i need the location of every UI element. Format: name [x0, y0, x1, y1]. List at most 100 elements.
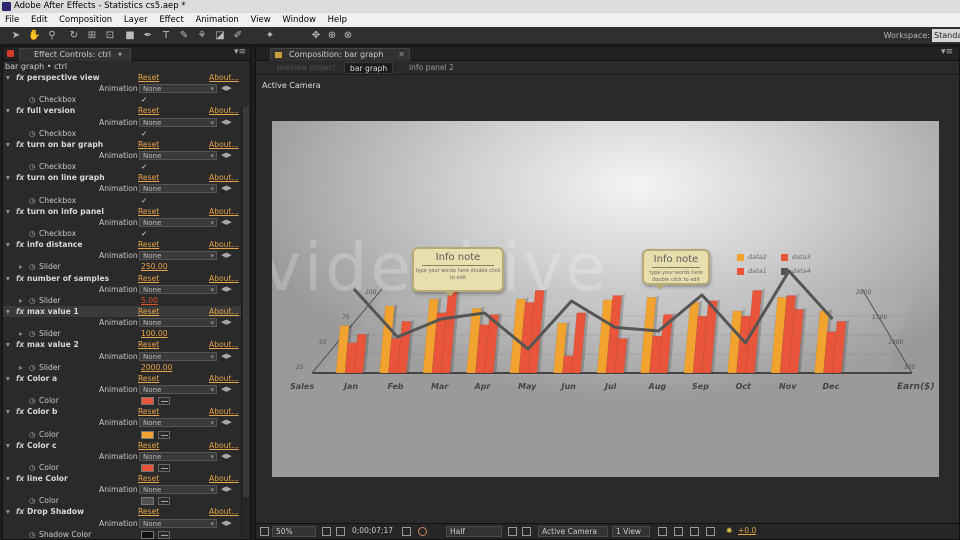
reset-link[interactable]: Reset	[138, 440, 159, 451]
menu-animation[interactable]: Animation	[190, 13, 242, 27]
preset-nav-icon[interactable]: ◀▶	[221, 150, 232, 161]
reset-link[interactable]: Reset	[138, 172, 159, 183]
fx-toggle-icon[interactable]: fx	[16, 306, 24, 317]
checkbox[interactable]: ✓	[141, 195, 147, 206]
preset-nav-icon[interactable]: ◀▶	[221, 83, 232, 94]
transparency-grid-icon[interactable]	[522, 527, 531, 536]
text-tool-icon[interactable]: T	[160, 30, 172, 42]
checkbox[interactable]: ✓	[141, 128, 147, 139]
fx-toggle-icon[interactable]: fx	[16, 473, 24, 484]
reset-link[interactable]: Reset	[138, 239, 159, 250]
preset-nav-icon[interactable]: ◀▶	[221, 384, 232, 395]
fx-toggle-icon[interactable]: fx	[16, 406, 24, 417]
disclosure-triangle-icon[interactable]: ▾	[6, 306, 10, 317]
fx-toggle-icon[interactable]: fx	[16, 139, 24, 150]
disclosure-triangle-icon[interactable]: ▾	[6, 506, 10, 517]
preset-nav-icon[interactable]: ◀▶	[221, 250, 232, 261]
about-link[interactable]: About...	[209, 139, 239, 150]
disclosure-triangle-icon[interactable]: ▾	[6, 273, 10, 284]
fx-toggle-icon[interactable]: fx	[16, 440, 24, 451]
roto-brush-tool-icon[interactable]: ✐	[232, 30, 244, 42]
tab-effect-controls[interactable]: Effect Controls: ctrl ▾	[19, 48, 131, 61]
about-link[interactable]: About...	[209, 339, 239, 350]
preset-nav-icon[interactable]: ◀▶	[221, 183, 232, 194]
always-preview-icon[interactable]	[260, 527, 269, 536]
about-link[interactable]: About...	[209, 206, 239, 217]
disclosure-triangle-icon[interactable]: ▾	[6, 139, 10, 150]
presets-dropdown[interactable]: None ▾	[139, 418, 217, 428]
eyedropper-icon[interactable]	[158, 430, 170, 439]
presets-dropdown[interactable]: None ▾	[139, 384, 217, 394]
disclosure-triangle-icon[interactable]: ▾	[6, 72, 10, 83]
effect-header[interactable]: ▾ fx Color b Reset About...	[3, 406, 250, 417]
about-link[interactable]: About...	[209, 172, 239, 183]
menu-file[interactable]: File	[0, 13, 23, 27]
stopwatch-icon[interactable]: ◷	[29, 495, 36, 506]
tab-composition[interactable]: Composition: bar graph ✕	[270, 48, 410, 61]
preset-nav-icon[interactable]: ◀▶	[221, 417, 232, 428]
fx-toggle-icon[interactable]: fx	[16, 72, 24, 83]
presets-dropdown[interactable]: None ▾	[139, 318, 217, 328]
presets-dropdown[interactable]: None ▾	[139, 518, 217, 528]
pen-tool-icon[interactable]: ✒	[142, 30, 154, 42]
fx-toggle-icon[interactable]: fx	[16, 373, 24, 384]
brush-tool-icon[interactable]: ✎	[178, 30, 190, 42]
stopwatch-icon[interactable]: ◷	[29, 261, 36, 272]
slider-value[interactable]: 250.00	[141, 261, 168, 272]
flowchart-icon[interactable]	[706, 527, 715, 536]
fx-toggle-icon[interactable]: fx	[16, 206, 24, 217]
effect-header[interactable]: ▾ fx turn on info panel Reset About...	[3, 206, 250, 217]
stopwatch-icon[interactable]: ◷	[29, 395, 36, 406]
menu-window[interactable]: Window	[277, 13, 320, 27]
preset-nav-icon[interactable]: ◀▶	[221, 484, 232, 495]
color-swatch[interactable]	[141, 530, 154, 539]
preset-nav-icon[interactable]: ◀▶	[221, 351, 232, 362]
presets-dropdown[interactable]: None ▾	[139, 251, 217, 261]
about-link[interactable]: About...	[209, 373, 239, 384]
stopwatch-icon[interactable]: ◷	[29, 295, 36, 306]
fx-toggle-icon[interactable]: fx	[16, 239, 24, 250]
menu-layer[interactable]: Layer	[119, 13, 152, 27]
close-icon[interactable]: ✕	[398, 49, 405, 61]
about-link[interactable]: About...	[209, 473, 239, 484]
preset-nav-icon[interactable]: ◀▶	[221, 284, 232, 295]
color-swatch[interactable]	[141, 463, 154, 472]
presets-dropdown[interactable]: None ▾	[139, 284, 217, 294]
stopwatch-icon[interactable]: ◷	[29, 529, 36, 539]
checkbox[interactable]: ✓	[141, 94, 147, 105]
eyedropper-icon[interactable]	[158, 463, 170, 472]
info-note-1[interactable]: Info note type your words here double cl…	[412, 247, 504, 297]
eyedropper-icon[interactable]	[158, 397, 170, 406]
color-swatch[interactable]	[141, 397, 154, 406]
lock-icon[interactable]	[275, 52, 282, 58]
about-link[interactable]: About...	[209, 440, 239, 451]
eraser-tool-icon[interactable]: ◪	[214, 30, 226, 42]
disclosure-triangle-icon[interactable]: ▾	[6, 239, 10, 250]
effect-header[interactable]: ▾ fx line Color Reset About...	[3, 473, 250, 484]
clone-tool-icon[interactable]: ⚘	[196, 30, 208, 42]
effect-header[interactable]: ▾ fx number of samples Reset About...	[3, 273, 250, 284]
puppet-tool-icon[interactable]: ✦	[264, 30, 276, 42]
color-swatch[interactable]	[141, 430, 154, 439]
menu-composition[interactable]: Composition	[54, 13, 116, 27]
stopwatch-icon[interactable]: ◷	[29, 228, 36, 239]
disclosure-triangle-icon[interactable]: ▾	[6, 473, 10, 484]
axis-mode-icon[interactable]: ✥	[310, 30, 322, 42]
stopwatch-icon[interactable]: ◷	[29, 161, 36, 172]
eyedropper-icon[interactable]	[158, 530, 170, 539]
fx-toggle-icon[interactable]: fx	[16, 339, 24, 350]
camera-tool-icon[interactable]: ⊞	[86, 30, 98, 42]
timecode[interactable]: 0;00;07;17	[352, 526, 393, 537]
effect-header[interactable]: ▾ fx turn on bar graph Reset About...	[3, 139, 250, 150]
reset-link[interactable]: Reset	[138, 339, 159, 350]
exposure-icon[interactable]: ✺	[726, 526, 732, 537]
slider-value[interactable]: 100.00	[141, 328, 168, 339]
breadcrumb-bar-graph[interactable]: bar graph	[344, 62, 394, 74]
world-axis-icon[interactable]: ⊗	[342, 30, 354, 42]
fx-toggle-icon[interactable]: fx	[16, 105, 24, 116]
about-link[interactable]: About...	[209, 273, 239, 284]
effect-header[interactable]: ▾ fx max value 1 Reset About...	[3, 305, 250, 318]
menu-effect[interactable]: Effect	[154, 13, 187, 27]
eyedropper-icon[interactable]	[158, 497, 170, 506]
presets-dropdown[interactable]: None ▾	[139, 485, 217, 495]
